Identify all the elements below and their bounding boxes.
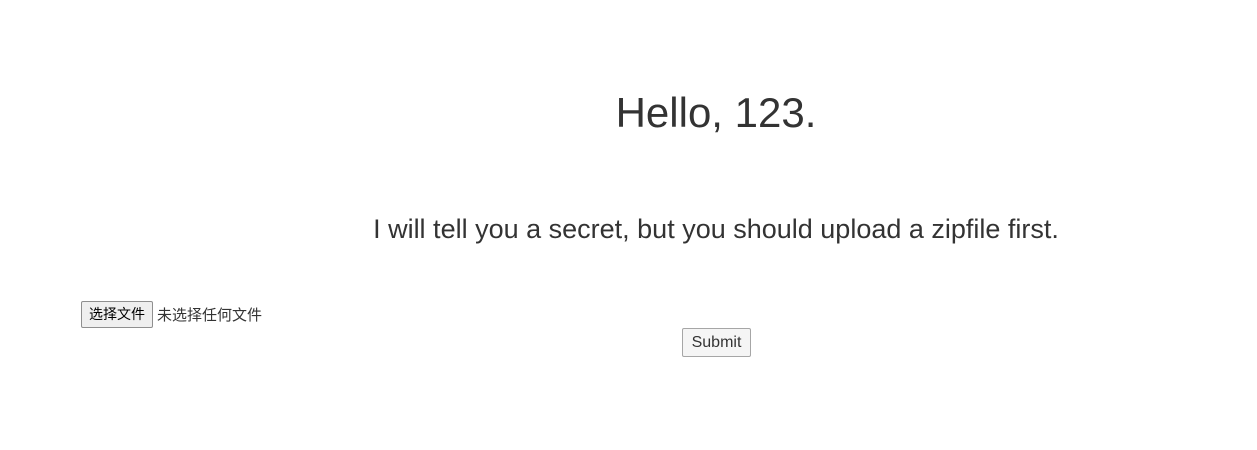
greeting-heading: Hello, 123.	[615, 89, 817, 136]
choose-file-button[interactable]: 选择文件	[81, 300, 153, 328]
page: Hello, 123. I will tell you a secret, bu…	[0, 0, 1257, 450]
file-upload-field[interactable]: 选择文件 未选择任何文件	[81, 300, 262, 328]
file-status-text: 未选择任何文件	[157, 305, 263, 324]
submit-button[interactable]: Submit	[682, 328, 751, 357]
secret-message: I will tell you a secret, but you should…	[373, 214, 1059, 244]
